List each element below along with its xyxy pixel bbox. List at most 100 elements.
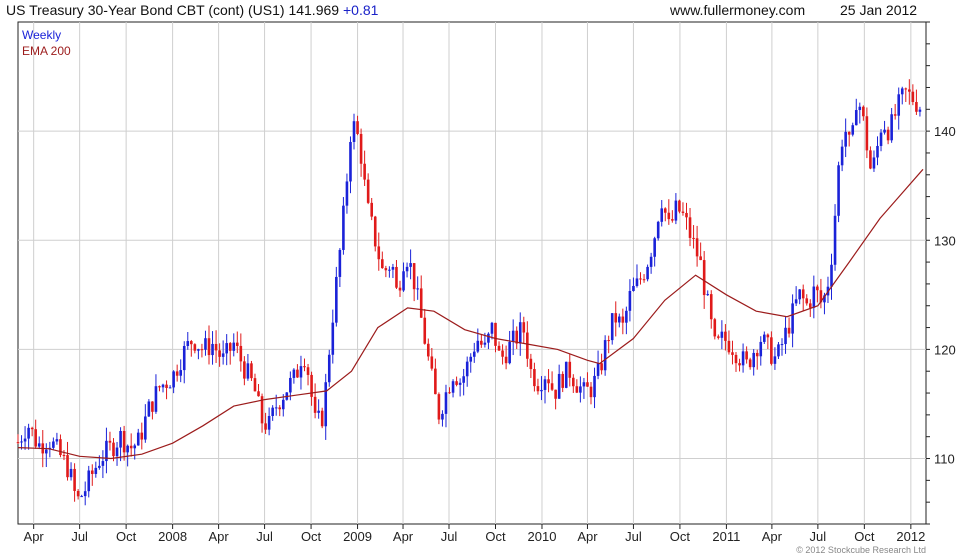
candle-body [37,443,41,447]
candle-body [561,373,564,388]
candle-body [395,266,398,288]
grid-lines [18,22,926,524]
candle-body [87,470,91,492]
candle-body [115,447,119,457]
candle-body [671,219,674,221]
candle-body [126,445,129,453]
candle-body [182,345,186,371]
candle-body [419,288,423,318]
candle-body [589,386,593,398]
candle-body [900,88,904,95]
candle-body [862,106,865,117]
x-tick-label: Oct [485,529,506,544]
candle-body [73,468,76,491]
candle-body [685,212,688,218]
x-tick-label: Apr [24,529,45,544]
candle-body [90,470,94,474]
candle-body [808,303,812,308]
candle-body [349,141,352,182]
x-tick-label: Oct [670,529,691,544]
candle-body [883,129,886,133]
candle-body [911,91,915,102]
candle-body [83,491,87,497]
candle-body [112,442,115,457]
candle-body [837,165,840,216]
candle-body [451,381,455,393]
candle-body [377,246,381,260]
candle-body [207,338,211,356]
candle-body [398,287,402,291]
candle-body [200,349,204,351]
candle-body [239,345,243,362]
candle-body [253,378,257,392]
candle-body [816,286,819,291]
candle-body [600,363,603,371]
y-tick-label: 140 [934,124,956,139]
candle-body [274,407,278,409]
candle-body [547,379,550,384]
candle-body [119,430,122,448]
candle-body [101,461,105,466]
candle-body [228,343,232,351]
candle-body [614,313,618,323]
x-tick-label: 2008 [158,529,187,544]
candle-body [416,288,419,290]
candle-body [267,415,271,430]
candle-body [289,377,292,393]
x-tick-label: Apr [762,529,783,544]
x-tick-label: Jul [625,529,642,544]
candle-body [501,350,504,357]
candle-body [886,129,890,141]
candle-body [540,389,543,392]
candle-body [175,371,179,376]
candle-body [858,106,862,111]
candle-body [370,202,374,217]
candle-body [663,208,667,213]
candle-body [876,145,879,158]
candle-body [550,383,554,390]
candle-body [69,468,73,478]
candle-body [281,399,285,410]
legend-weekly: Weekly [22,28,61,42]
candle-body [642,279,646,281]
candle-body [572,377,575,387]
candle-body [465,361,469,377]
candle-body [257,391,260,397]
candle-body [805,298,809,304]
candle-body [794,299,798,304]
x-tick-label: Oct [854,529,875,544]
candle-body [678,200,681,212]
candle-body [179,370,183,376]
candle-body [472,351,476,357]
candle-body [787,327,791,334]
candle-body [621,316,625,323]
candle-body [388,269,391,271]
candle-body [610,313,614,341]
candle-body [536,386,540,392]
candle-body [720,331,724,338]
candle-body [635,278,639,286]
candle-body [533,369,536,387]
candle-body [154,386,158,412]
candle-body [412,263,416,290]
candle-body [437,394,441,420]
candle-body [869,150,872,169]
price-chart: 110120130140 Apr Jul Oct 2008 Apr Jul Oct 2009 A… [16,21,956,544]
candle-body [469,356,473,362]
candle-body [646,266,649,280]
candle-body [830,264,833,287]
candle-body [699,256,702,261]
candle-body [865,116,869,151]
candle-body [317,410,320,413]
candle-body [748,359,752,368]
y-tick-label: 120 [934,342,956,357]
candle-body [59,439,62,456]
candle-body [356,121,359,134]
candle-body [734,354,738,364]
candle-body [44,449,48,454]
candle-body [221,353,225,357]
candle-body [80,496,83,498]
candle-body [147,401,151,417]
x-tick-label: 2010 [528,529,557,544]
candle-body [511,330,515,342]
